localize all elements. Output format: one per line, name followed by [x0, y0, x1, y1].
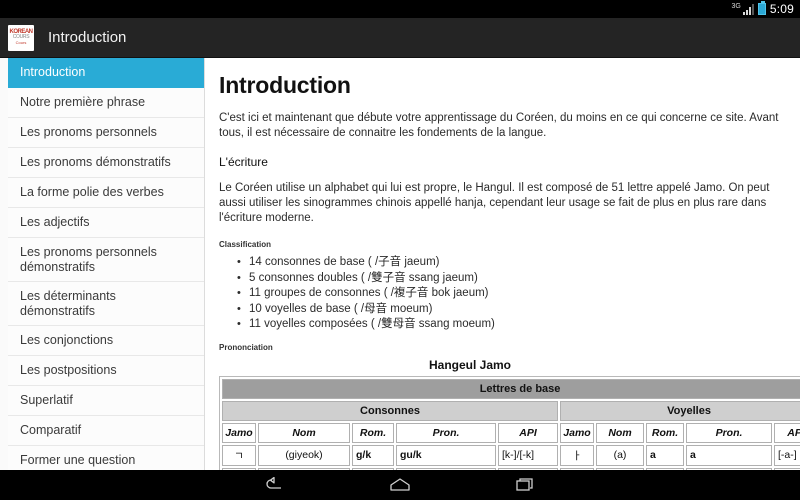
column-header-jamo-5: Jamo [560, 422, 594, 443]
battery-icon [757, 1, 766, 15]
sidebar-item-la-forme-polie-des-verbes[interactable]: La forme polie des verbes [8, 178, 204, 208]
main-article: Introduction C'est ici et maintenant que… [205, 58, 800, 470]
cell-rom: a [646, 444, 684, 466]
sidebar-item-label: Superlatif [20, 393, 73, 407]
classification-list: 14 consonnes de base ( /子音 jaeum)5 conso… [237, 255, 782, 333]
intro-paragraph: C'est ici et maintenant que débute votre… [219, 112, 779, 139]
sidebar-item-label: Les adjectifs [20, 215, 90, 229]
table-band-lettres: Lettres de base [222, 378, 800, 399]
sidebar-item-comparatif[interactable]: Comparatif [8, 416, 204, 446]
column-header-rom-2: Rom. [352, 422, 394, 443]
classification-item: 14 consonnes de base ( /子音 jaeum) [237, 255, 782, 271]
table-row: ㄱ (giyeok) g/k gu/k [k-]/[-k] ㅏ (a) a a [-a-] [222, 444, 800, 466]
table-caption: Hangeul Jamo [428, 357, 512, 372]
cell-jamo: ㅏ [560, 444, 594, 466]
signal-icon [742, 3, 754, 15]
sidebar-item-les-conjonctions[interactable]: Les conjonctions [8, 326, 204, 356]
sidebar-item-notre-premi-re-phrase[interactable]: Notre première phrase [8, 88, 204, 118]
table-column-headers: JamoNomRom.Pron.APIJamoNomRom.Pron.API [222, 422, 800, 443]
band-voyelles-cell: Voyelles [560, 400, 800, 421]
sidebar-item-label: Introduction [20, 65, 86, 79]
clock-label: 5:09 [769, 2, 794, 16]
sidebar-item-label: Les postpositions [20, 363, 117, 377]
sidebar-item-les-postpositions[interactable]: Les postpositions [8, 356, 204, 386]
sidebar-item-label: Former une question [20, 453, 136, 467]
sidebar-item-label: La forme polie des verbes [20, 185, 164, 199]
sidebar-item-les-pronoms-personnels-d-monstratifs[interactable]: Les pronoms personnels démonstratifs [8, 238, 204, 282]
status-bar: 3G 5:09 [0, 0, 800, 18]
cell-pron: a [686, 444, 772, 466]
sidebar-item-les-pronoms-personnels[interactable]: Les pronoms personnels [8, 118, 204, 148]
sidebar-item-introduction[interactable]: Introduction [8, 58, 204, 88]
cell-api: [k-]/[-k] [498, 444, 558, 466]
recents-icon[interactable] [513, 475, 539, 495]
classification-item: 11 groupes de consonnes ( /複子音 bok jaeum… [237, 286, 782, 302]
column-header-pron-3: Pron. [396, 422, 496, 443]
classification-item: 11 voyelles composées ( /雙母音 ssang moeum… [237, 317, 782, 333]
app-logo-bottom-text: Cours [15, 40, 27, 45]
column-header-api-9: API [774, 422, 800, 443]
cell-pron: gu/k [396, 444, 496, 466]
content-area: Introduction Notre première phrase Les pro… [0, 58, 800, 470]
section-heading-ecriture: L'écriture [219, 155, 268, 169]
cell-api: [-a-] [774, 444, 800, 466]
action-bar: KOREAN COURS Cours Introduction [0, 18, 800, 58]
cell-jamo: ㄱ [222, 444, 256, 466]
column-header-nom-6: Nom [596, 422, 644, 443]
sidebar-item-les-d-terminants-d-monstratifs[interactable]: Les déterminants démonstratifs [8, 282, 204, 326]
sidebar-item-label: Notre première phrase [20, 95, 146, 109]
sidebar-item-label: Les pronoms personnels [20, 125, 157, 139]
sidebar-item-les-adjectifs[interactable]: Les adjectifs [8, 208, 204, 238]
ecriture-paragraph: Le Coréen utilise un alphabet qui lui es… [219, 182, 770, 224]
band-lettres-cell: Lettres de base [222, 378, 800, 399]
column-header-api-4: API [498, 422, 558, 443]
cell-nom: (a) [596, 444, 644, 466]
classification-label: Classification [219, 240, 272, 249]
sidebar-item-label: Les pronoms personnels démonstratifs [20, 244, 157, 274]
table-band-groups: Consonnes Voyelles [222, 400, 800, 421]
action-bar-title: Introduction [48, 29, 127, 46]
sidebar-item-label: Comparatif [20, 423, 82, 437]
column-header-nom-1: Nom [258, 422, 350, 443]
sidebar-item-label: Les déterminants démonstratifs [20, 288, 116, 318]
jamo-table-body: Lettres de base Consonnes Voyelles Jamo N… [222, 378, 800, 470]
back-icon[interactable] [261, 475, 287, 495]
classification-item: 5 consonnes doubles ( /雙子音 ssang jaeum) [237, 271, 782, 287]
system-nav-bar[interactable] [0, 470, 800, 500]
sidebar-nav[interactable]: Introduction Notre première phrase Les pro… [0, 58, 205, 470]
home-icon[interactable] [387, 475, 413, 495]
page-title: Introduction [219, 72, 351, 98]
sidebar-item-former-une-question[interactable]: Former une question [8, 446, 204, 470]
status-bar-right: 3G 5:09 [731, 1, 795, 16]
band-consonnes-cell: Consonnes [222, 400, 558, 421]
column-header-rom-7: Rom. [646, 422, 684, 443]
network-type-label: 3G [731, 2, 741, 10]
sidebar-item-label: Les pronoms démonstratifs [20, 155, 171, 169]
cell-rom: g/k [352, 444, 394, 466]
column-header-jamo-0: Jamo [222, 422, 256, 443]
android-screen: 3G 5:09 KOREAN COURS Cours Introduction … [0, 0, 800, 500]
app-logo-icon[interactable]: KOREAN COURS Cours [8, 24, 34, 51]
sidebar-item-superlatif[interactable]: Superlatif [8, 386, 204, 416]
column-header-pron-8: Pron. [686, 422, 772, 443]
sidebar-item-label: Les conjonctions [20, 333, 114, 347]
prononciation-label: Prononciation [219, 342, 273, 352]
jamo-table: Lettres de base Consonnes Voyelles Jamo N… [219, 375, 800, 470]
cell-nom: (giyeok) [258, 444, 350, 466]
classification-item: 10 voyelles de base ( /母音 moeum) [237, 302, 782, 318]
sidebar-item-les-pronoms-d-monstratifs[interactable]: Les pronoms démonstratifs [8, 148, 204, 178]
